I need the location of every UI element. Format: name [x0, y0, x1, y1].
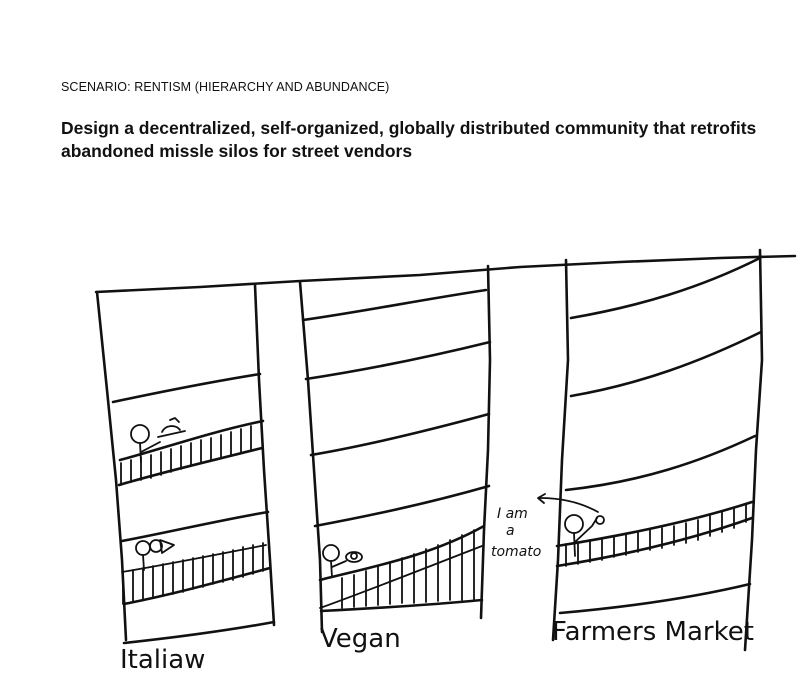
silo-wall-left [551, 258, 570, 642]
silo-farmers-market: I am a tomato Farmers Market [491, 248, 764, 652]
silo-floor [122, 620, 276, 645]
silo-floor [122, 566, 272, 606]
silo-floor [569, 256, 762, 320]
speech-line: a [506, 523, 515, 539]
silo-floor [564, 434, 757, 492]
silo-floor [309, 412, 491, 457]
silo-label: Farmers Market [552, 617, 754, 647]
vendor-figure [564, 514, 605, 557]
silo-floor [111, 372, 262, 404]
silo-wall-right [253, 283, 276, 627]
silo-vegan: Vegan [298, 264, 492, 654]
silo-wall-left [298, 280, 324, 634]
silo-label: Italiaw [120, 645, 205, 675]
hand-drawn-sketch: Italiaw Vegan I am a tomato Farmers Mark… [94, 248, 797, 675]
silo-floor [313, 484, 491, 528]
silo-italian: Italiaw [95, 283, 276, 675]
silo-floor [301, 288, 488, 322]
silo-floor [558, 582, 752, 615]
tomato [595, 515, 605, 525]
silo-wall-right [479, 264, 492, 620]
railing [555, 500, 754, 568]
speech-line: tomato [491, 544, 541, 560]
silo-floor [569, 330, 763, 398]
silo-label: Vegan [320, 624, 401, 654]
silo-floor [120, 510, 270, 543]
railing [121, 542, 267, 605]
railing [319, 529, 483, 609]
speech-line: I am [497, 506, 528, 522]
silo-wall-right [743, 248, 764, 652]
tray-with-food [157, 417, 186, 438]
silo-floor [304, 340, 492, 381]
